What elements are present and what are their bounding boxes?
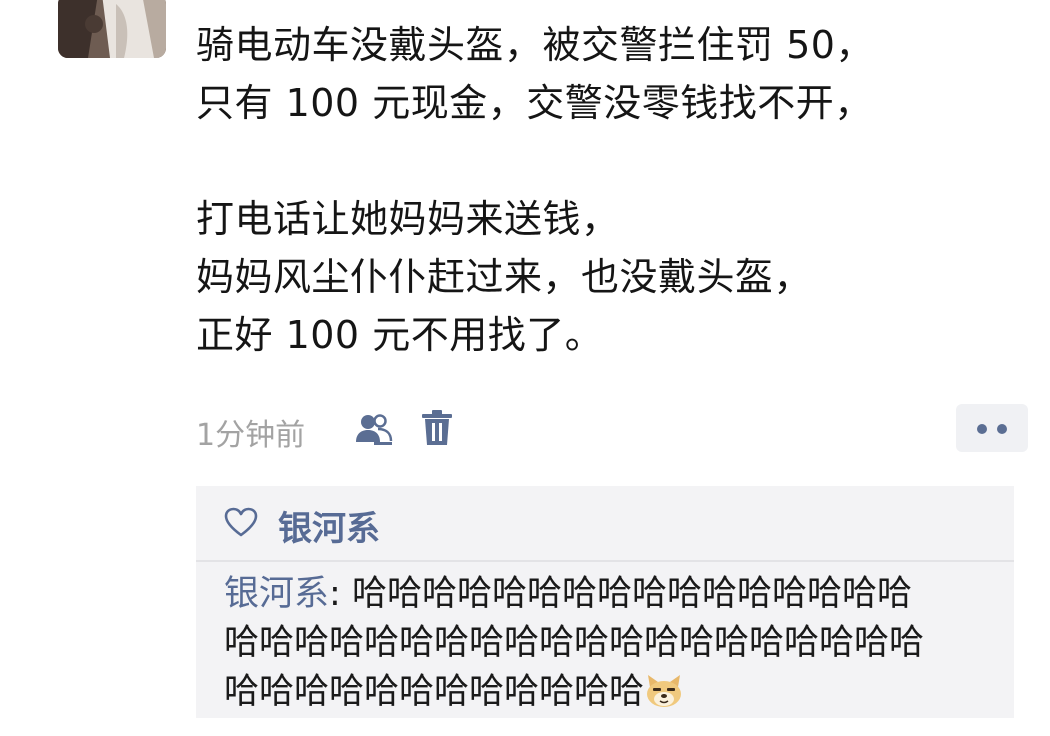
post-content: 骑电动车没戴头盔，被交警拦住罚 50， 只有 100 元现金，交警没零钱找不开，…	[196, 16, 1016, 364]
comment-item[interactable]: 银河系: 哈哈哈哈哈哈哈哈哈哈哈哈哈哈哈哈 哈哈哈哈哈哈哈哈哈哈哈哈哈哈哈哈哈哈…	[224, 570, 1024, 717]
comment-separator: :	[329, 574, 352, 614]
more-dot	[997, 424, 1007, 434]
post-blank-line	[196, 132, 1016, 190]
post-line: 只有 100 元现金，交警没零钱找不开，	[196, 81, 873, 125]
more-dot	[977, 424, 987, 434]
post-line: 妈妈风尘仆仆赶过来，也没戴头盔，	[196, 255, 813, 299]
commenter-name-link[interactable]: 银河系	[224, 574, 329, 614]
post-line: 正好 100 元不用找了。	[196, 313, 604, 357]
post-meta-row: 1分钟前	[196, 404, 1028, 454]
liker-name-link[interactable]: 银河系	[278, 501, 380, 550]
comment-line: 哈哈哈哈哈哈哈哈哈哈哈哈哈哈哈哈哈哈哈哈	[224, 623, 925, 663]
comment-text: 哈哈哈哈哈哈哈哈哈哈哈哈哈哈哈哈	[351, 574, 912, 614]
post-timestamp: 1分钟前	[196, 418, 306, 453]
more-dots-button[interactable]	[956, 404, 1028, 452]
likes-comments-panel: 银河系 银河系: 哈哈哈哈哈哈哈哈哈哈哈哈哈哈哈哈 哈哈哈哈哈哈哈哈哈哈哈哈哈哈…	[196, 486, 1014, 718]
post-line: 打电话让她妈妈来送钱，	[196, 197, 620, 241]
heart-icon	[224, 507, 258, 537]
avatar-image	[58, 0, 166, 58]
avatar[interactable]	[58, 0, 166, 58]
comment-text: 哈哈哈哈哈哈哈哈哈哈哈哈	[224, 672, 645, 712]
likes-row: 银河系	[196, 486, 1014, 562]
comment-line: 哈哈哈哈哈哈哈哈哈哈哈哈	[224, 668, 1024, 717]
post-line: 骑电动车没戴头盔，被交警拦住罚 50，	[196, 23, 874, 67]
doge-emoji-icon	[644, 673, 684, 709]
comment-line: 银河系: 哈哈哈哈哈哈哈哈哈哈哈哈哈哈哈哈	[224, 570, 1024, 619]
friends-visibility-icon[interactable]	[354, 412, 394, 446]
trash-icon[interactable]	[422, 410, 452, 446]
